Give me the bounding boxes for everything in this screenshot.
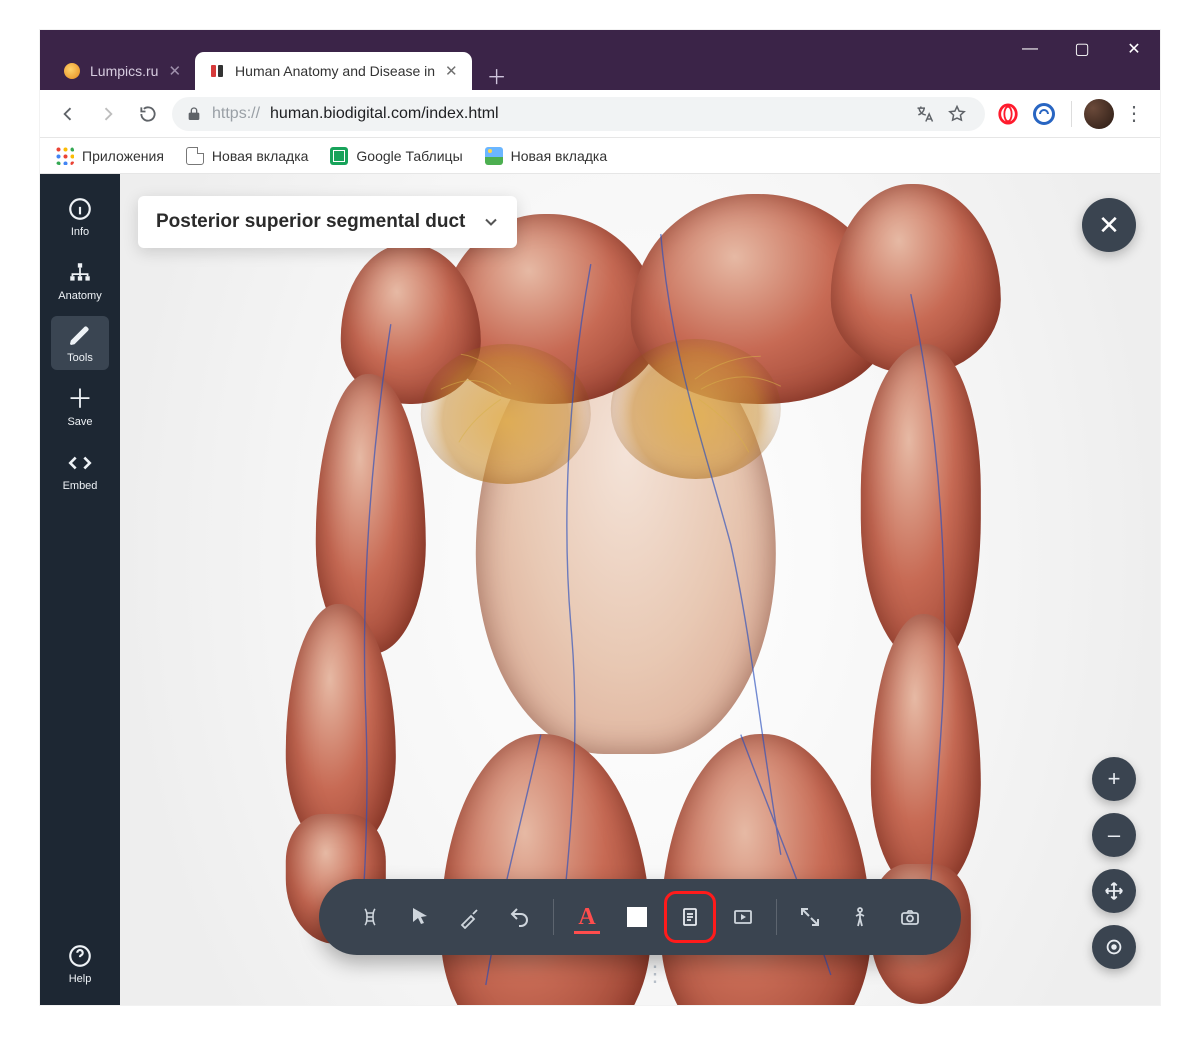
- zoom-controls: + –: [1092, 757, 1136, 969]
- toolbar-more-icon[interactable]: ⋮: [614, 961, 666, 987]
- chevron-down-icon[interactable]: [481, 212, 501, 232]
- url-text: human.biodigital.com/index.html: [270, 105, 499, 123]
- bookmark-newtab1[interactable]: Новая вкладка: [186, 147, 309, 165]
- tab-biodigital[interactable]: Human Anatomy and Disease in ✕: [195, 52, 472, 90]
- picture-icon: [485, 147, 503, 165]
- bottom-toolbar: A: [319, 879, 961, 955]
- bookmark-star-icon[interactable]: [943, 100, 971, 128]
- bookmark-label: Новая вкладка: [511, 148, 608, 164]
- app-content: Info Anatomy Tools ＋ Save: [40, 174, 1160, 1005]
- tool-scalpel[interactable]: [447, 894, 493, 940]
- code-icon: [67, 450, 93, 476]
- address-bar: https:// human.biodigital.com/index.html: [40, 90, 1160, 138]
- sidebar-label: Embed: [63, 480, 98, 492]
- bookmark-label: Новая вкладка: [212, 148, 309, 164]
- tool-pointer[interactable]: [397, 894, 443, 940]
- tool-undo[interactable]: [497, 894, 543, 940]
- tool-camera[interactable]: [887, 894, 933, 940]
- zoom-out-button[interactable]: –: [1092, 813, 1136, 857]
- extension-opera-icon[interactable]: [993, 99, 1023, 129]
- zoom-in-button[interactable]: +: [1092, 757, 1136, 801]
- tool-expand[interactable]: [787, 894, 833, 940]
- chrome-menu-icon[interactable]: ⋮: [1120, 101, 1148, 126]
- sheets-icon: [330, 147, 348, 165]
- left-sidebar: Info Anatomy Tools ＋ Save: [40, 174, 120, 1005]
- hierarchy-icon: [67, 260, 93, 286]
- separator: [776, 899, 777, 935]
- selection-label-panel[interactable]: Posterior superior segmental duct: [138, 196, 517, 248]
- window-close[interactable]: ✕: [1108, 30, 1160, 68]
- tab-close-icon[interactable]: ✕: [168, 62, 181, 80]
- sidebar-anatomy[interactable]: Anatomy: [51, 252, 109, 308]
- tool-text-color[interactable]: A: [564, 894, 610, 940]
- sidebar-label: Save: [67, 416, 92, 428]
- file-icon: [186, 147, 204, 165]
- apps-icon: [56, 147, 74, 165]
- bookmark-label: Приложения: [82, 148, 164, 164]
- tool-notes[interactable]: [664, 891, 716, 943]
- bookmark-newtab2[interactable]: Новая вкладка: [485, 147, 608, 165]
- sidebar-info[interactable]: Info: [51, 188, 109, 244]
- tab-close-icon[interactable]: ✕: [445, 62, 458, 80]
- nav-reload-button[interactable]: [132, 98, 164, 130]
- extension-globe-icon[interactable]: [1029, 99, 1059, 129]
- separator: [1071, 101, 1072, 127]
- recenter-button[interactable]: [1092, 925, 1136, 969]
- browser-window: Lumpics.ru ✕ Human Anatomy and Disease i…: [40, 30, 1160, 1005]
- window-minimize[interactable]: —: [1004, 30, 1056, 68]
- pan-button[interactable]: [1092, 869, 1136, 913]
- titlebar: Lumpics.ru ✕ Human Anatomy and Disease i…: [40, 30, 1160, 90]
- letter-a-icon: A: [578, 904, 595, 931]
- tab-title: Human Anatomy and Disease in: [235, 63, 435, 79]
- help-icon: [67, 943, 93, 969]
- profile-avatar[interactable]: [1084, 99, 1114, 129]
- separator: [553, 899, 554, 935]
- bookmark-label: Google Таблицы: [356, 148, 462, 164]
- tab-lumpics[interactable]: Lumpics.ru ✕: [50, 52, 195, 90]
- lock-icon: [186, 106, 202, 122]
- pencil-icon: [68, 324, 92, 348]
- bookmark-apps[interactable]: Приложения: [56, 147, 164, 165]
- extensions-row: ⋮: [993, 99, 1148, 129]
- sidebar-save[interactable]: ＋ Save: [51, 378, 109, 434]
- bookmarks-bar: Приложения Новая вкладка Google Таблицы …: [40, 138, 1160, 174]
- window-maximize[interactable]: ▢: [1056, 30, 1108, 68]
- selection-label-title: Posterior superior segmental duct: [156, 210, 465, 234]
- tool-video[interactable]: [720, 894, 766, 940]
- sidebar-tools[interactable]: Tools: [51, 316, 109, 370]
- info-icon: [67, 196, 93, 222]
- sidebar-label: Help: [69, 973, 92, 985]
- sidebar-label: Anatomy: [58, 290, 101, 302]
- anatomy-viewer[interactable]: Posterior superior segmental duct ✕ + –: [120, 174, 1160, 1005]
- tool-bg-color[interactable]: [614, 894, 660, 940]
- nav-forward-button[interactable]: [92, 98, 124, 130]
- translate-icon[interactable]: [911, 100, 939, 128]
- favicon-lumpics: [64, 63, 80, 79]
- omnibox[interactable]: https:// human.biodigital.com/index.html: [172, 97, 985, 131]
- new-tab-button[interactable]: ＋: [482, 60, 512, 90]
- sidebar-label: Info: [71, 226, 89, 238]
- close-selection-button[interactable]: ✕: [1082, 198, 1136, 252]
- tool-mannequin[interactable]: [837, 894, 883, 940]
- bookmark-sheets[interactable]: Google Таблицы: [330, 147, 462, 165]
- tool-xray[interactable]: [347, 894, 393, 940]
- url-scheme: https://: [212, 105, 260, 123]
- sidebar-embed[interactable]: Embed: [51, 442, 109, 498]
- plus-icon: ＋: [67, 386, 93, 412]
- favicon-biodigital: [209, 63, 225, 79]
- tab-title: Lumpics.ru: [90, 63, 158, 79]
- color-swatch-icon: [627, 907, 647, 927]
- close-icon: ✕: [1098, 210, 1120, 241]
- sidebar-help[interactable]: Help: [51, 935, 109, 991]
- sidebar-label: Tools: [67, 352, 93, 364]
- nav-back-button[interactable]: [52, 98, 84, 130]
- window-controls: — ▢ ✕: [1004, 30, 1160, 70]
